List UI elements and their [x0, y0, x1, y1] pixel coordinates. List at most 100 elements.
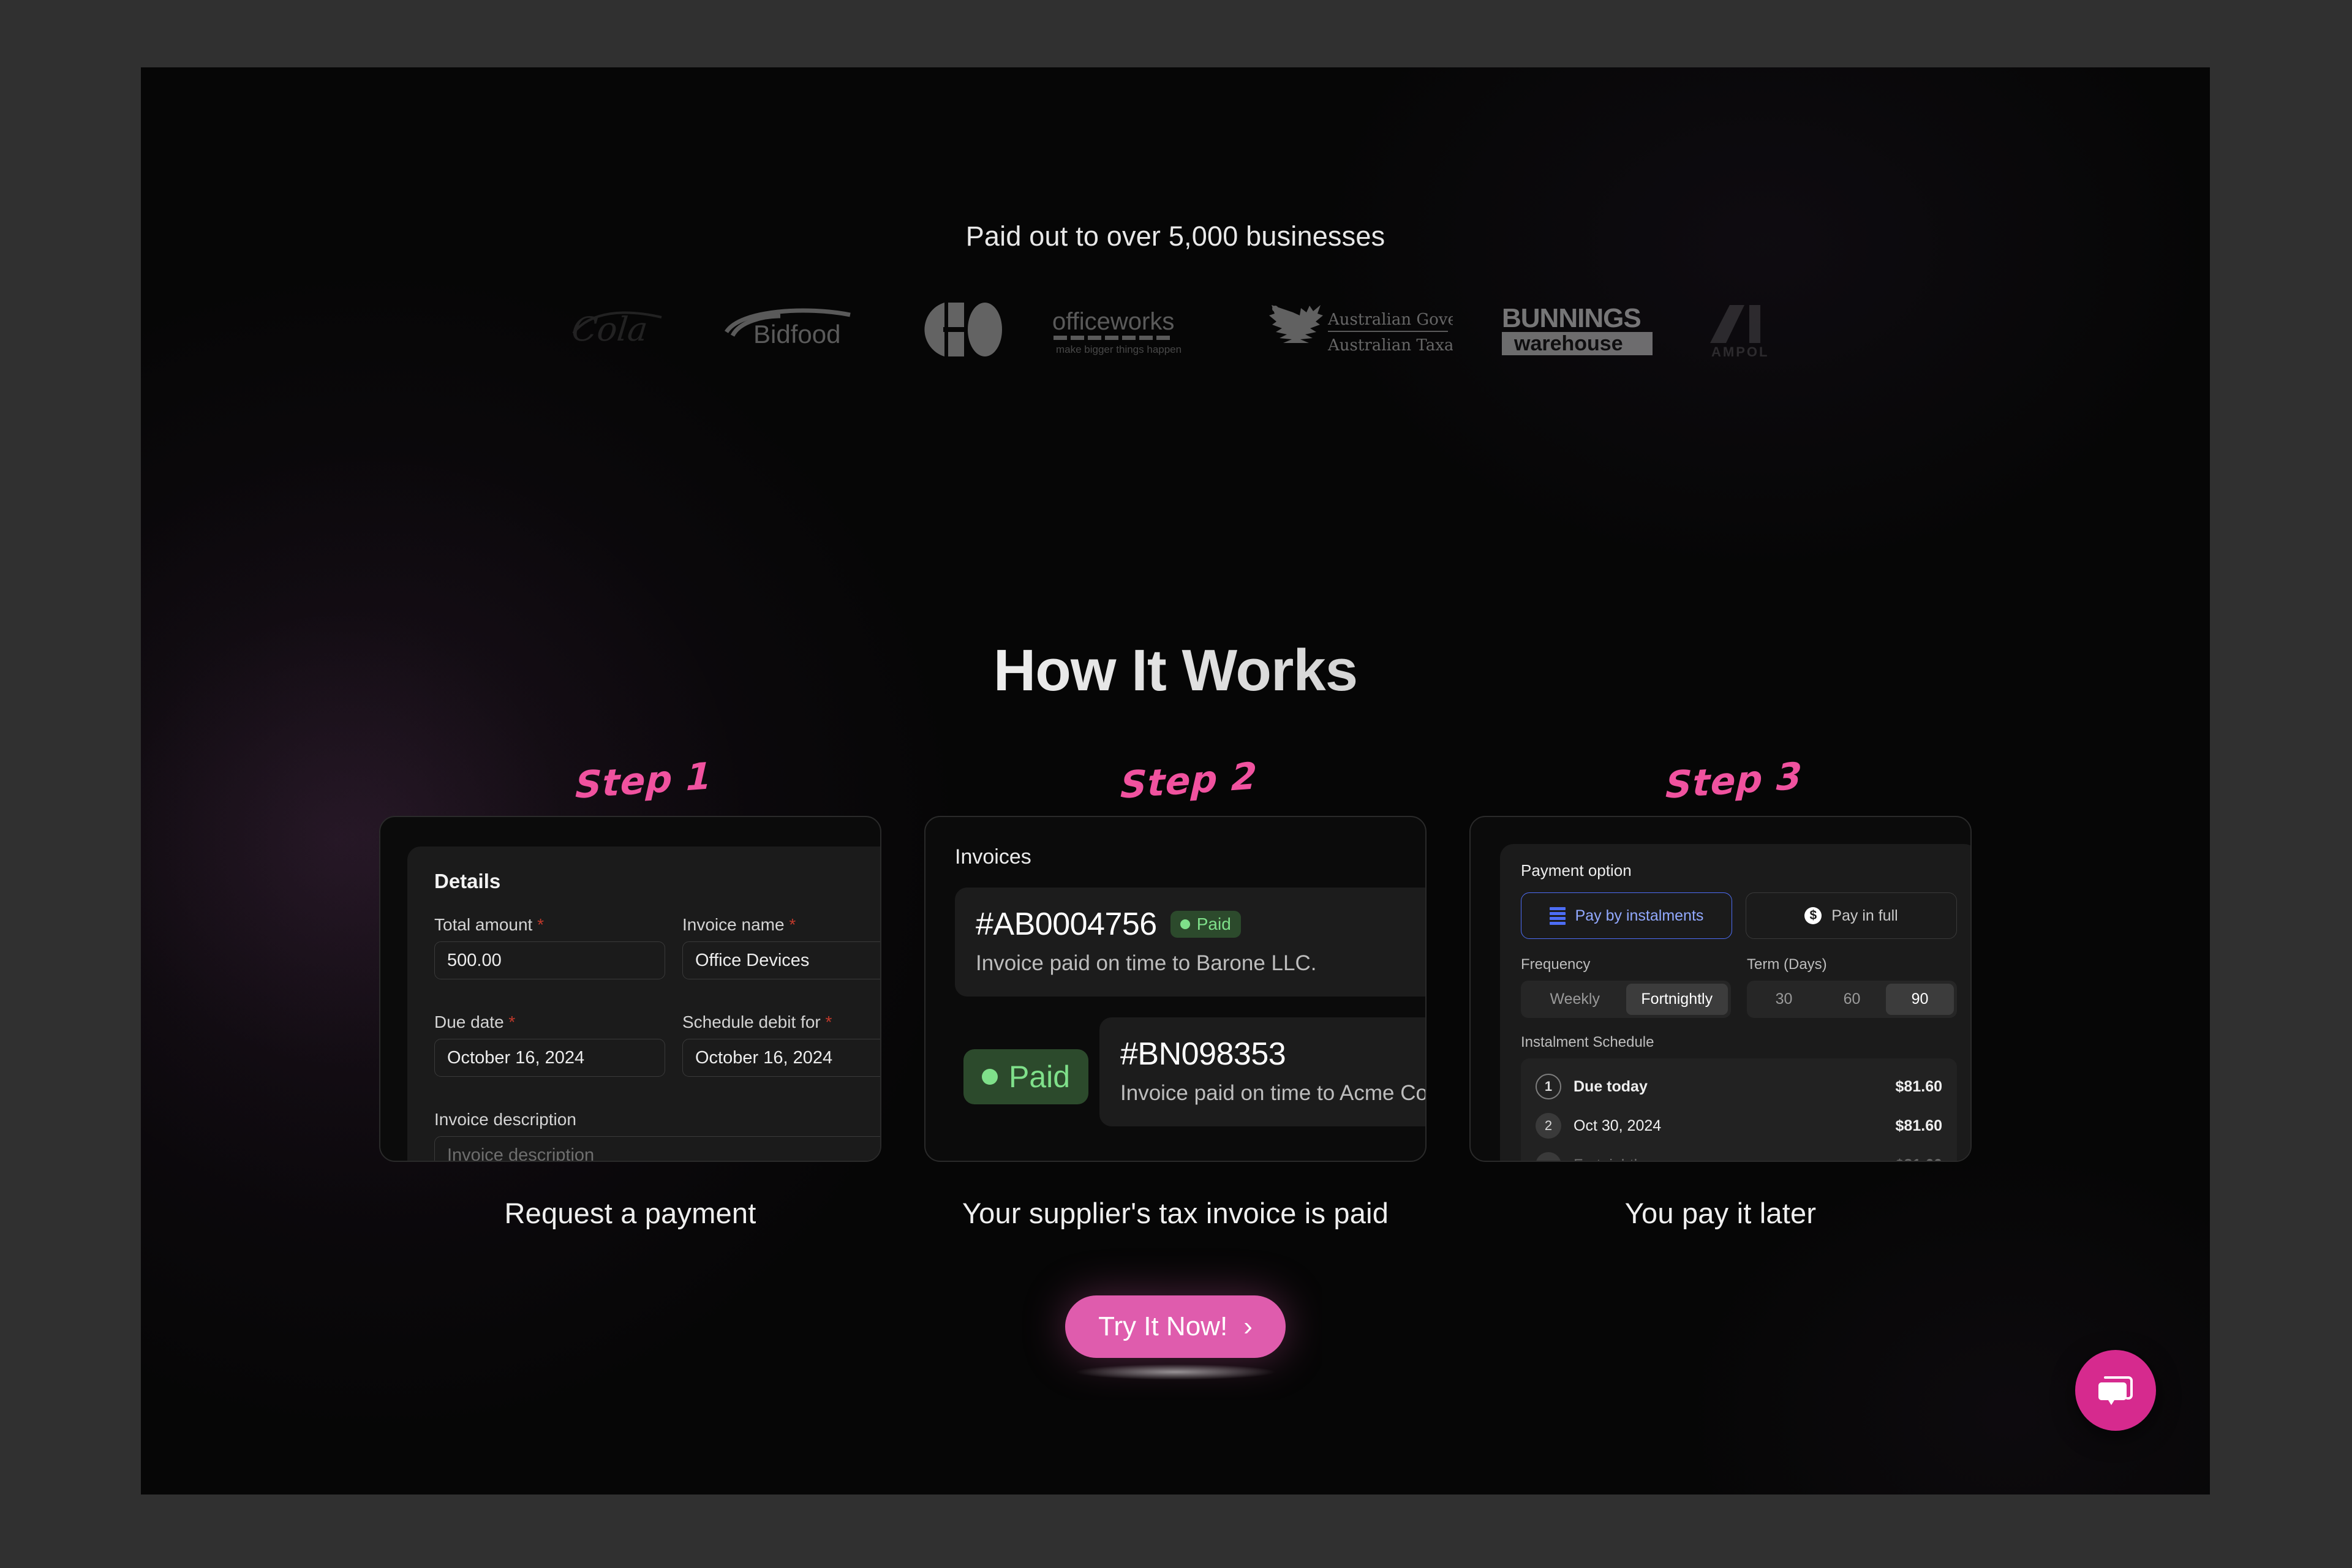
- details-panel-title: Details: [434, 870, 501, 892]
- chat-widget-button[interactable]: [2075, 1350, 2156, 1431]
- dollar-coin-icon: $: [1804, 907, 1822, 924]
- invoice-1-number: #AB0004756: [976, 907, 1157, 942]
- svg-text:officeworks: officeworks: [1052, 308, 1174, 335]
- instalment-1-amount: $81.60: [1895, 1077, 1942, 1095]
- invoice-name-input[interactable]: Office Devices: [682, 941, 880, 979]
- instalment-2-index: 2: [1536, 1113, 1561, 1139]
- try-it-now-label: Try It Now!: [1098, 1311, 1228, 1341]
- invoice-2-status-badge: Paid: [963, 1049, 1089, 1104]
- term-label: Term (Days): [1747, 956, 1827, 973]
- instalment-ellipsis-date: Fortnightly: [1574, 1156, 1645, 1161]
- step-column-1: Step 1 Details Total amount * 500.00 Inv…: [379, 755, 881, 1230]
- invoice-description-input[interactable]: Invoice description: [434, 1136, 880, 1161]
- due-date-input[interactable]: October 16, 2024: [434, 1039, 665, 1077]
- required-asterisk: *: [537, 915, 545, 934]
- payment-option-toggle-group: Pay by instalments $ Pay in full: [1521, 892, 1957, 939]
- svg-text:Australian Government: Australian Government: [1327, 311, 1453, 329]
- invoice-2-subtitle: Invoice paid on time to Acme Co.: [1120, 1081, 1427, 1105]
- term-option-90[interactable]: 90: [1886, 984, 1954, 1015]
- schedule-debit-input[interactable]: October 16, 2024: [682, 1039, 880, 1077]
- invoice-2-status-text: Paid: [1009, 1060, 1071, 1094]
- due-date-label-text: Due date: [434, 1012, 504, 1031]
- frequency-segmented-control: Weekly Fortnightly: [1521, 981, 1731, 1018]
- step-2-kicker: Step 2: [1120, 755, 1259, 807]
- invoice-1-subtitle: Invoice paid on time to Barone LLC.: [976, 951, 1317, 975]
- step-1-card: Details Total amount * 500.00 Invoice na…: [379, 816, 881, 1162]
- instalment-row-ellipsis: ... Fortnightly $81.60: [1536, 1145, 1942, 1161]
- bunnings-warehouse-logo: BUNNINGS warehouse: [1501, 300, 1654, 359]
- frequency-label: Frequency: [1521, 956, 1591, 973]
- step-1-caption: Request a payment: [504, 1197, 756, 1229]
- frequency-term-grid: Frequency Weekly Fortnightly Term (Days)…: [1521, 956, 1957, 1018]
- ampol-logo: AMPOL: [1702, 300, 1781, 359]
- step-3-caption: You pay it later: [1624, 1197, 1817, 1229]
- instalment-2-amount: $81.60: [1895, 1117, 1942, 1134]
- step-1-kicker: Step 1: [575, 755, 714, 807]
- step-column-2: Step 2 Invoices #AB0004756 Paid Invoice …: [924, 755, 1427, 1230]
- invoice-item-1[interactable]: #AB0004756 Paid Invoice paid on time to …: [955, 888, 1425, 997]
- pay-by-instalments-option[interactable]: Pay by instalments: [1521, 892, 1732, 939]
- total-amount-label-text: Total amount: [434, 915, 533, 934]
- officeworks-logo: officeworks make bigger things happen: [1050, 300, 1197, 359]
- trust-heading: Paid out to over 5,000 businesses: [965, 221, 1385, 252]
- svg-text:BUNNINGS: BUNNINGS: [1502, 303, 1641, 333]
- invoice-2-number: #BN098353: [1120, 1036, 1286, 1072]
- invoice-1-status-text: Paid: [1196, 914, 1231, 933]
- invoice-description-label: Invoice description: [434, 1110, 576, 1129]
- chevron-right-icon: ›: [1243, 1311, 1253, 1341]
- instalment-ellipsis-amount: $81.60: [1896, 1156, 1942, 1161]
- field-grid-spacer: [434, 990, 880, 1001]
- invoice-1-status-badge: Paid: [1170, 911, 1241, 938]
- frequency-option-weekly[interactable]: Weekly: [1524, 984, 1626, 1015]
- required-asterisk: *: [825, 1012, 832, 1031]
- invoices-panel: Invoices #AB0004756 Paid Invoice paid on…: [955, 845, 1427, 1126]
- payment-option-panel: Payment option Pay by instalments $ Pay …: [1500, 844, 1970, 1161]
- svg-text:Bidfood: Bidfood: [753, 320, 840, 349]
- term-segmented-control: 30 60 90: [1747, 981, 1957, 1018]
- australian-taxation-office-logo: Australian Government Australian Taxatio…: [1245, 300, 1453, 359]
- invoice-1-header: #AB0004756 Paid: [976, 906, 1425, 943]
- page-title: How It Works: [141, 637, 2210, 704]
- term-option-30[interactable]: 30: [1750, 984, 1818, 1015]
- frequency-group: Frequency Weekly Fortnightly: [1521, 956, 1731, 1018]
- steps-row: Step 1 Details Total amount * 500.00 Inv…: [141, 755, 2210, 1230]
- pay-in-full-label: Pay in full: [1831, 907, 1898, 924]
- required-asterisk: *: [789, 915, 796, 934]
- field-grid-spacer: [434, 1088, 880, 1099]
- trust-bar: Paid out to over 5,000 businesses Cola B…: [141, 67, 2210, 359]
- pay-by-instalments-label: Pay by instalments: [1575, 907, 1704, 924]
- bars-icon: [1549, 907, 1566, 925]
- step-2-card: Invoices #AB0004756 Paid Invoice paid on…: [924, 816, 1427, 1162]
- term-option-60[interactable]: 60: [1818, 984, 1886, 1015]
- instalment-1-index: 1: [1536, 1074, 1561, 1099]
- client-logo-row: Cola Bidfood officeworks make bigger thi…: [141, 300, 2210, 359]
- svg-text:make bigger things happen: make bigger things happen: [1056, 344, 1182, 355]
- invoice-name-label: Invoice name *: [682, 915, 880, 935]
- due-date-field-block: Due date * October 16, 2024: [434, 1012, 665, 1077]
- coca-cola-logo: Cola: [570, 300, 674, 359]
- term-group: Term (Days) 30 60 90: [1747, 956, 1957, 1018]
- step-2-caption: Your supplier's tax invoice is paid: [962, 1197, 1389, 1229]
- step-column-3: Step 3 Payment option Pay by instalments…: [1469, 755, 1972, 1230]
- details-field-grid: Total amount * 500.00 Invoice name * Off…: [434, 915, 880, 1161]
- schedule-debit-field-block: Schedule debit for * October 16, 2024: [682, 1012, 880, 1077]
- schedule-debit-label-text: Schedule debit for: [682, 1012, 821, 1031]
- frequency-option-fortnightly[interactable]: Fortnightly: [1626, 984, 1728, 1015]
- instalment-row-2: 2 Oct 30, 2024 $81.60: [1536, 1106, 1942, 1145]
- total-amount-label: Total amount *: [434, 915, 665, 935]
- cta-wrapper: Try It Now! ›: [141, 1295, 2210, 1380]
- details-form-panel: Details Total amount * 500.00 Invoice na…: [407, 846, 880, 1161]
- step-3-kicker: Step 3: [1665, 755, 1804, 807]
- pay-in-full-option[interactable]: $ Pay in full: [1746, 892, 1957, 939]
- step-3-card: Payment option Pay by instalments $ Pay …: [1469, 816, 1972, 1162]
- try-it-now-button[interactable]: Try It Now! ›: [1065, 1295, 1286, 1358]
- instalment-schedule-label: Instalment Schedule: [1521, 1034, 1654, 1050]
- total-amount-input[interactable]: 500.00: [434, 941, 665, 979]
- invoice-item-2[interactable]: Paid #BN098353 Invoice paid on time to A…: [963, 1017, 1427, 1126]
- schedule-debit-label: Schedule debit for *: [682, 1012, 880, 1032]
- page-content-area: Paid out to over 5,000 businesses Cola B…: [141, 67, 2210, 1494]
- svg-text:Cola: Cola: [570, 310, 650, 349]
- total-amount-field-block: Total amount * 500.00: [434, 915, 665, 979]
- invoices-panel-title: Invoices: [955, 845, 1031, 869]
- required-asterisk: *: [508, 1012, 516, 1031]
